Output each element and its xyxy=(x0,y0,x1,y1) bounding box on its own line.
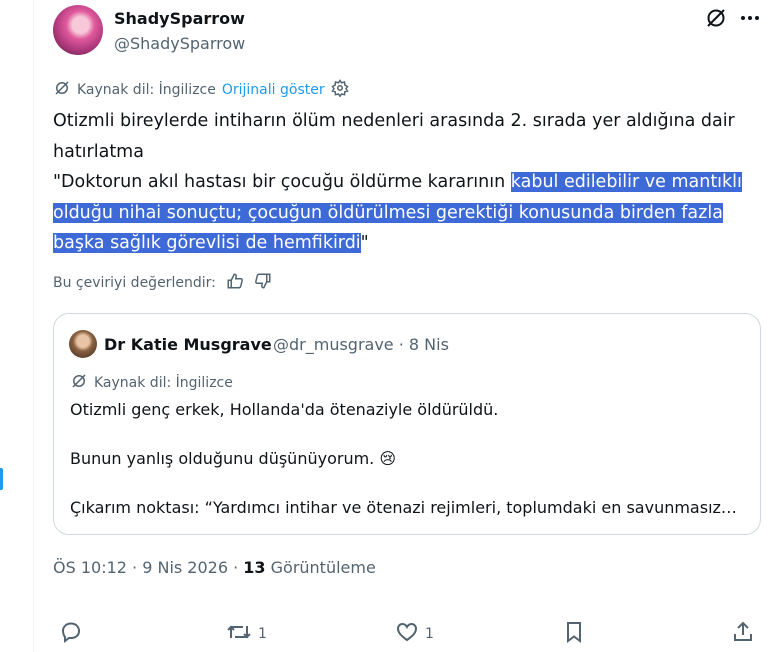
quoted-display-name[interactable]: Dr Katie Musgrave xyxy=(104,335,272,354)
like-button[interactable]: 1 xyxy=(395,620,434,648)
views-label: Görüntüleme xyxy=(265,558,376,577)
like-count: 1 xyxy=(425,626,434,642)
rate-translation-label: Bu çeviriyi değerlendir: xyxy=(53,275,216,291)
tweet-quote-suffix: " xyxy=(360,233,369,253)
quoted-text-line-3: Çıkarım noktası: “Yardımcı intihar ve öt… xyxy=(70,498,737,517)
handle[interactable]: @ShadySparrow xyxy=(114,34,245,53)
translation-source-row: Kaynak dil: İngilizce Orijinali göster xyxy=(53,79,349,101)
avatar[interactable] xyxy=(53,5,103,55)
views-count: 13 xyxy=(243,558,266,577)
tweet-stats: ÖS 10:12 · 9 Nis 2026 · 13 Görüntüleme xyxy=(53,558,376,577)
tweet-line-1: Otizmli bireylerde intiharın ölüm nedenl… xyxy=(53,111,735,162)
reply-icon xyxy=(59,620,83,648)
share-icon xyxy=(731,620,755,648)
action-bar: 1 1 xyxy=(53,620,759,650)
quoted-source-row: Kaynak dil: İngilizce xyxy=(70,372,233,394)
bookmark-icon xyxy=(563,620,585,648)
quoted-text-line-2: Bunun yanlış olduğunu düşünüyorum. 😢 xyxy=(70,449,397,468)
quoted-source-language-label: Kaynak dil: İngilizce xyxy=(94,375,233,391)
tweet-text: Otizmli bireylerde intiharın ölüm nedenl… xyxy=(53,106,753,259)
share-button[interactable] xyxy=(731,620,755,648)
retweet-count: 1 xyxy=(258,626,267,642)
translate-icon xyxy=(70,372,88,394)
display-name[interactable]: ShadySparrow xyxy=(114,9,245,28)
translate-icon xyxy=(53,79,71,101)
quoted-tweet-card[interactable]: Dr Katie Musgrave @dr_musgrave · 8 Nis K… xyxy=(53,313,761,535)
scroll-indicator xyxy=(0,468,3,490)
quoted-avatar[interactable] xyxy=(69,330,97,358)
tweet-quote: "Doktorun akıl hastası bir çocuğu öldürm… xyxy=(53,167,753,259)
grok-icon[interactable] xyxy=(704,6,728,34)
thumbs-up-icon[interactable] xyxy=(226,272,244,294)
retweet-button[interactable]: 1 xyxy=(226,620,267,648)
quoted-handle-date[interactable]: @dr_musgrave · 8 Nis xyxy=(273,335,449,354)
source-language-label: Kaynak dil: İngilizce xyxy=(77,82,216,98)
reply-button[interactable] xyxy=(59,620,83,648)
timestamp[interactable]: ÖS 10:12 · 9 Nis 2026 · xyxy=(53,558,243,577)
heart-icon xyxy=(395,620,419,648)
retweet-icon xyxy=(226,620,252,648)
timeline-divider xyxy=(33,0,34,652)
more-options-icon[interactable] xyxy=(738,8,762,32)
bookmark-button[interactable] xyxy=(563,620,585,648)
show-original-link[interactable]: Orijinali göster xyxy=(222,82,325,98)
tweet-quote-prefix: "Doktorun akıl hastası bir çocuğu öldürm… xyxy=(53,172,511,192)
quoted-text-line-1: Otizmli genç erkek, Hollanda'da ötenaziy… xyxy=(70,400,499,419)
settings-gear-icon[interactable] xyxy=(330,79,349,101)
thumbs-down-icon[interactable] xyxy=(254,272,272,294)
rate-translation-row: Bu çeviriyi değerlendir: xyxy=(53,272,272,294)
